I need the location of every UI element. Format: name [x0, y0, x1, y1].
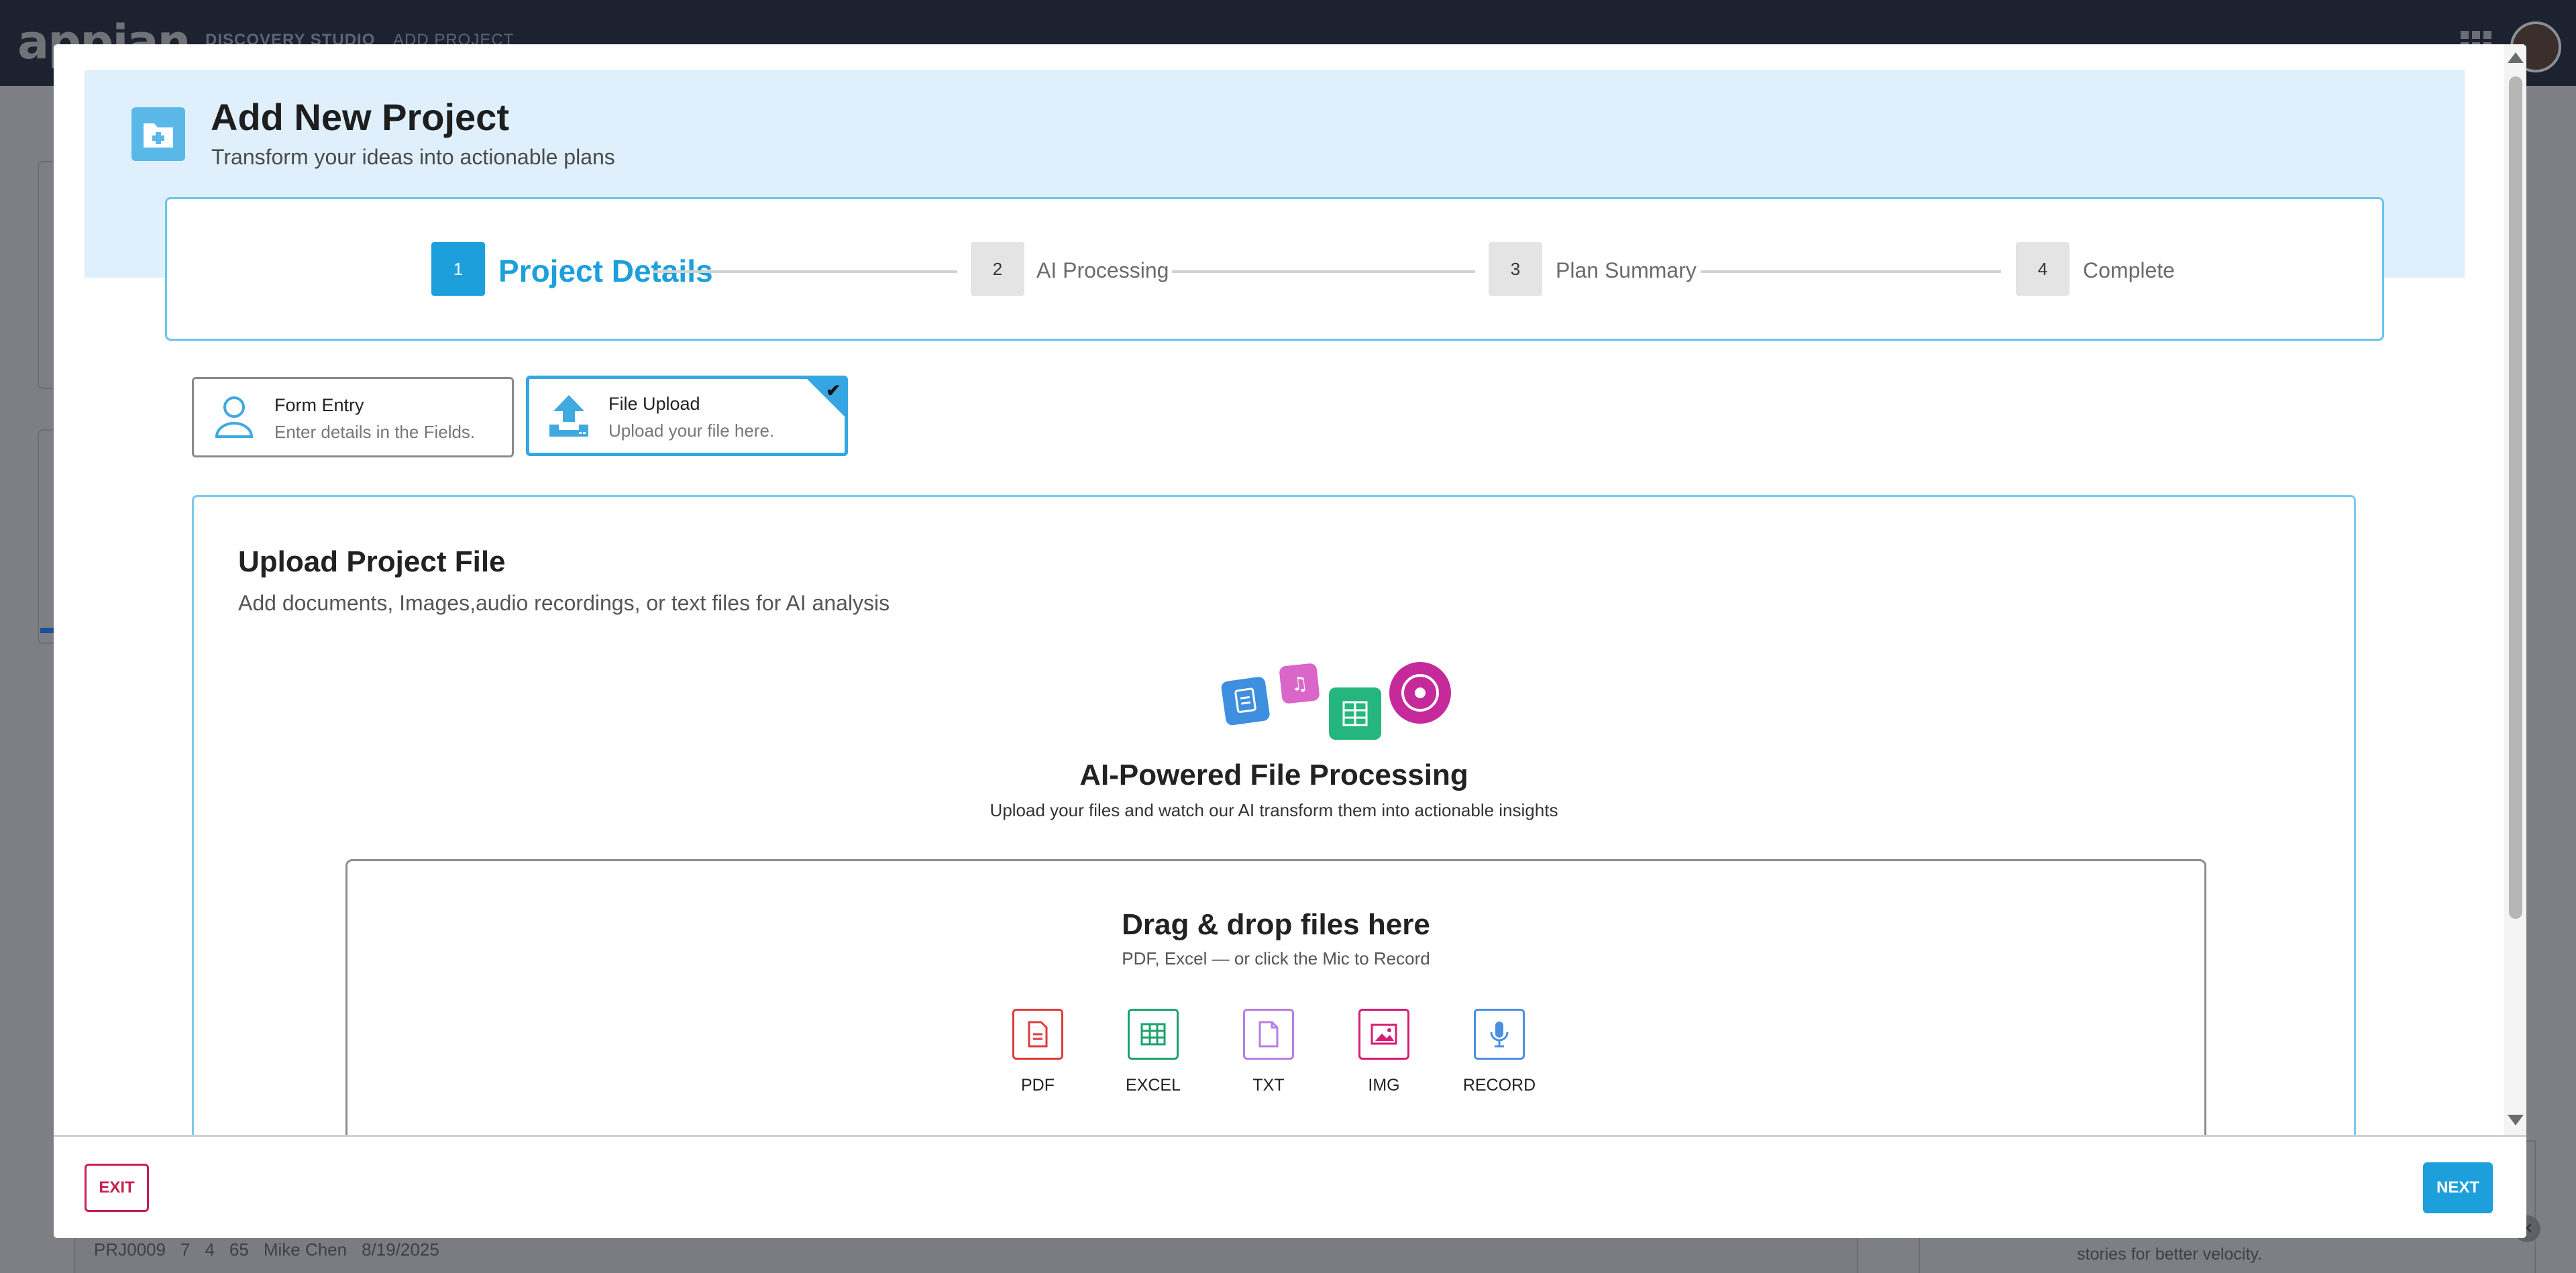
ai-processing-title: AI-Powered File Processing	[1079, 759, 1468, 791]
background-card	[38, 429, 54, 644]
excel-icon	[1128, 1009, 1179, 1060]
project-date: 8/19/2025	[362, 1239, 439, 1260]
step-4-number: 4	[2016, 242, 2070, 296]
folder-count: 7	[180, 1239, 191, 1260]
file-type-label: TXT	[1252, 1076, 1285, 1095]
document-icon	[1221, 677, 1270, 726]
user-icon	[214, 395, 254, 443]
modal-footer: EXIT NEXT	[54, 1135, 2526, 1238]
txt-icon	[1243, 1009, 1294, 1060]
background-accent	[40, 628, 54, 633]
page-subtitle: Transform your ideas into actionable pla…	[211, 145, 615, 169]
ai-processing-description: Upload your files and watch our AI trans…	[989, 800, 1558, 820]
file-type-label: RECORD	[1462, 1076, 1536, 1095]
pdf-icon	[1012, 1009, 1063, 1060]
background-project-meta: PRJ0009 7 4 65 Mike Chen 8/19/2025	[94, 1239, 439, 1260]
dropzone-title: Drag & drop files here	[1122, 908, 1430, 941]
scroll-down-icon[interactable]	[2508, 1115, 2524, 1125]
music-icon: ♫	[1279, 663, 1320, 704]
time-count: 65	[229, 1239, 249, 1260]
page-title: Add New Project	[211, 96, 509, 138]
file-type-excel[interactable]: EXCEL	[1126, 1009, 1181, 1095]
table-icon	[1329, 687, 1381, 740]
file-dropzone[interactable]: Drag & drop files here PDF, Excel — or c…	[345, 859, 2206, 1135]
step-3-label: Plan Summary	[1556, 258, 1697, 282]
exit-button[interactable]: EXIT	[85, 1164, 149, 1212]
file-type-label: PDF	[1021, 1076, 1055, 1095]
upload-panel: Upload Project File Add documents, Image…	[192, 495, 2356, 1135]
step-1-number: 1	[431, 242, 485, 296]
action-count: 4	[205, 1239, 215, 1260]
background-card	[38, 161, 54, 389]
project-id: PRJ0009	[94, 1239, 166, 1260]
scroll-up-icon[interactable]	[2508, 52, 2524, 63]
file-type-list: PDF EXCEL TXT IMG RECORD	[1012, 1009, 1536, 1095]
record-icon	[1389, 662, 1451, 724]
modal-content: Add New Project Transform your ideas int…	[54, 44, 2526, 1135]
step-2-number: 2	[971, 242, 1024, 296]
next-button[interactable]: NEXT	[2423, 1162, 2493, 1213]
file-type-pdf[interactable]: PDF	[1012, 1009, 1064, 1095]
step-4-label: Complete	[2083, 258, 2175, 282]
upload-title: Upload Project File	[238, 545, 506, 578]
owner-name: Mike Chen	[263, 1239, 347, 1260]
image-icon	[1358, 1009, 1409, 1060]
mode-form-entry[interactable]: Form Entry Enter details in the Fields.	[192, 377, 514, 457]
file-type-img[interactable]: IMG	[1358, 1009, 1410, 1095]
mode-title: File Upload	[608, 394, 700, 414]
upload-icon	[548, 394, 590, 441]
modal-scrollbar[interactable]	[2504, 44, 2526, 1135]
add-project-modal: Add New Project Transform your ideas int…	[54, 44, 2526, 1238]
file-type-label: EXCEL	[1126, 1076, 1181, 1095]
mic-icon	[1474, 1009, 1525, 1060]
ai-file-icons: ♫	[1214, 658, 1468, 745]
upload-description: Add documents, Images,audio recordings, …	[238, 591, 890, 615]
file-type-txt[interactable]: TXT	[1242, 1009, 1295, 1095]
step-2-label: AI Processing	[1036, 258, 1169, 282]
step-connector	[1701, 270, 2001, 273]
step-3-number: 3	[1489, 242, 1542, 296]
step-connector	[653, 270, 957, 273]
mode-title: Form Entry	[274, 395, 364, 415]
file-type-record[interactable]: RECORD	[1463, 1009, 1536, 1095]
dropzone-description: PDF, Excel — or click the Mic to Record	[1122, 948, 1430, 968]
background-side-text: stories for better velocity.	[2077, 1245, 2263, 1264]
svg-text:♫: ♫	[1290, 672, 1309, 696]
folder-add-icon	[131, 107, 185, 161]
file-type-label: IMG	[1368, 1076, 1400, 1095]
step-connector	[1172, 270, 1475, 273]
progress-stepper: 1 Project Details 2 AI Processing 3 Plan…	[165, 197, 2384, 341]
scrollbar-thumb[interactable]	[2509, 76, 2522, 919]
mode-description: Enter details in the Fields.	[274, 422, 476, 442]
mode-description: Upload your file here.	[608, 421, 775, 441]
mode-file-upload[interactable]: File Upload Upload your file here. ✔	[526, 376, 848, 456]
check-icon: ✔	[826, 380, 841, 400]
